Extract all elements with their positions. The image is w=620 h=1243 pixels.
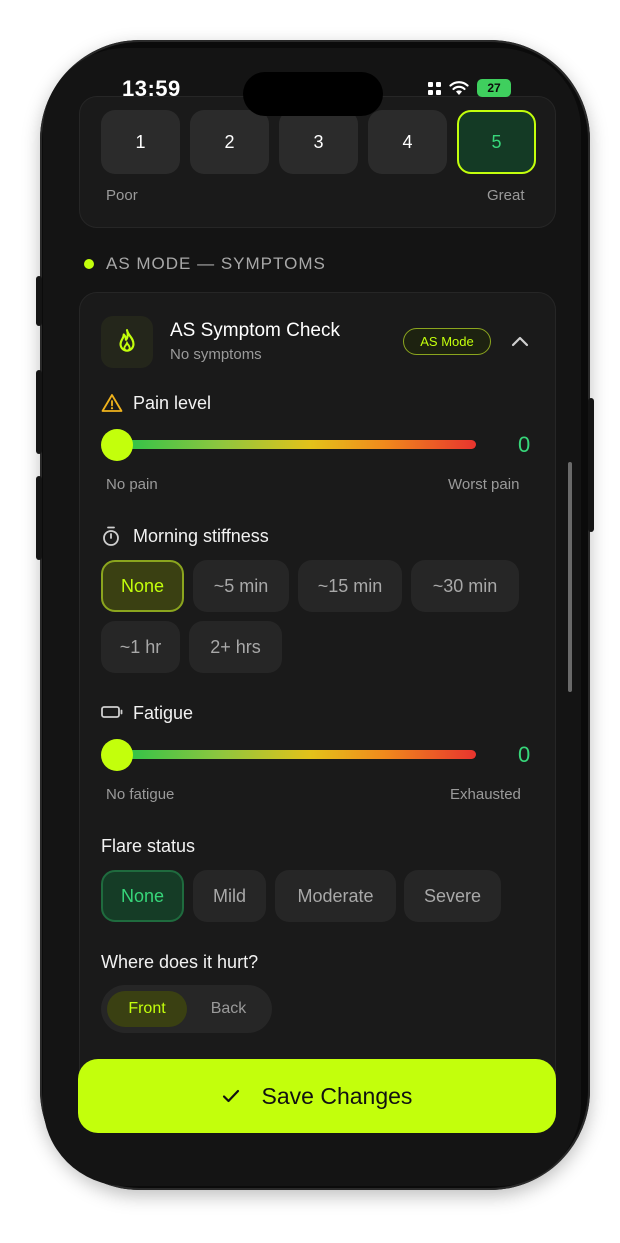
checkmark-icon <box>222 1089 239 1103</box>
warning-icon <box>101 394 123 412</box>
save-changes-label: Save Changes <box>261 1082 413 1109</box>
save-changes-button[interactable]: Save Changes <box>78 1059 556 1133</box>
rating-option-3[interactable]: 3 <box>279 110 358 174</box>
dynamic-island <box>243 72 383 116</box>
rating-high-label: Great <box>487 187 525 204</box>
flare-option-moderate[interactable]: Moderate <box>275 870 396 922</box>
pain-slider-track[interactable] <box>108 440 476 449</box>
rating-scale: 1 2 3 4 5 <box>101 110 536 174</box>
flare-option-severe[interactable]: Severe <box>404 870 501 922</box>
rating-option-4[interactable]: 4 <box>368 110 447 174</box>
pain-value: 0 <box>518 432 531 457</box>
stiffness-option-30min[interactable]: ~30 min <box>411 560 519 612</box>
fatigue-slider-track[interactable] <box>108 750 476 759</box>
side-button-volume-up <box>36 370 42 454</box>
section-header: AS MODE — SYMPTOMS <box>84 254 326 274</box>
stiffness-option-2hrs[interactable]: 2+ hrs <box>189 621 282 673</box>
section-dot-icon <box>84 259 94 269</box>
fatigue-min-label: No fatigue <box>106 786 175 803</box>
battery-level: 27 <box>487 81 501 95</box>
fatigue-value: 0 <box>518 742 531 767</box>
fatigue-label: Fatigue <box>133 703 194 723</box>
stiffness-option-1hr[interactable]: ~1 hr <box>101 621 180 673</box>
rating-option-2[interactable]: 2 <box>190 110 269 174</box>
side-button-power <box>588 398 594 532</box>
front-back-toggle: Front Back <box>101 985 272 1033</box>
stiffness-option-5min[interactable]: ~5 min <box>193 560 289 612</box>
rating-option-1[interactable]: 1 <box>101 110 180 174</box>
section-title: AS MODE — SYMPTOMS <box>106 254 326 273</box>
side-button-action <box>36 276 42 326</box>
pain-max-label: Worst pain <box>448 476 520 493</box>
stiffness-option-15min[interactable]: ~15 min <box>298 560 402 612</box>
flame-icon <box>101 316 153 368</box>
symptom-card-title: AS Symptom Check <box>170 320 340 341</box>
flare-status-label: Flare status <box>101 836 196 856</box>
pain-location-label: Where does it hurt? <box>101 952 259 972</box>
rating-option-5[interactable]: 5 <box>457 110 536 174</box>
signal-icon <box>428 81 441 95</box>
toggle-back[interactable]: Back <box>191 991 266 1027</box>
fatigue-max-label: Exhausted <box>450 786 521 803</box>
status-icons: 27 <box>428 79 511 97</box>
flare-option-mild[interactable]: Mild <box>193 870 266 922</box>
wifi-icon <box>449 81 469 95</box>
battery-low-icon <box>101 706 123 718</box>
toggle-front[interactable]: Front <box>107 991 187 1027</box>
rating-low-label: Poor <box>106 187 138 204</box>
stiffness-label: Morning stiffness <box>133 526 269 546</box>
scrollbar[interactable] <box>568 462 572 692</box>
pain-level-label: Pain level <box>133 393 212 413</box>
as-mode-badge: AS Mode <box>403 328 491 355</box>
status-time: 13:59 <box>122 76 181 101</box>
pain-slider-thumb[interactable] <box>101 429 133 461</box>
side-button-volume-down <box>36 476 42 560</box>
flare-option-none[interactable]: None <box>101 870 184 922</box>
battery-icon: 27 <box>477 79 511 97</box>
pain-min-label: No pain <box>106 476 158 493</box>
chevron-up-icon[interactable] <box>510 334 530 348</box>
symptom-card-subtitle: No symptoms <box>170 346 262 363</box>
fatigue-slider-thumb[interactable] <box>101 739 133 771</box>
stiffness-option-none[interactable]: None <box>101 560 184 612</box>
stopwatch-icon <box>103 526 119 546</box>
